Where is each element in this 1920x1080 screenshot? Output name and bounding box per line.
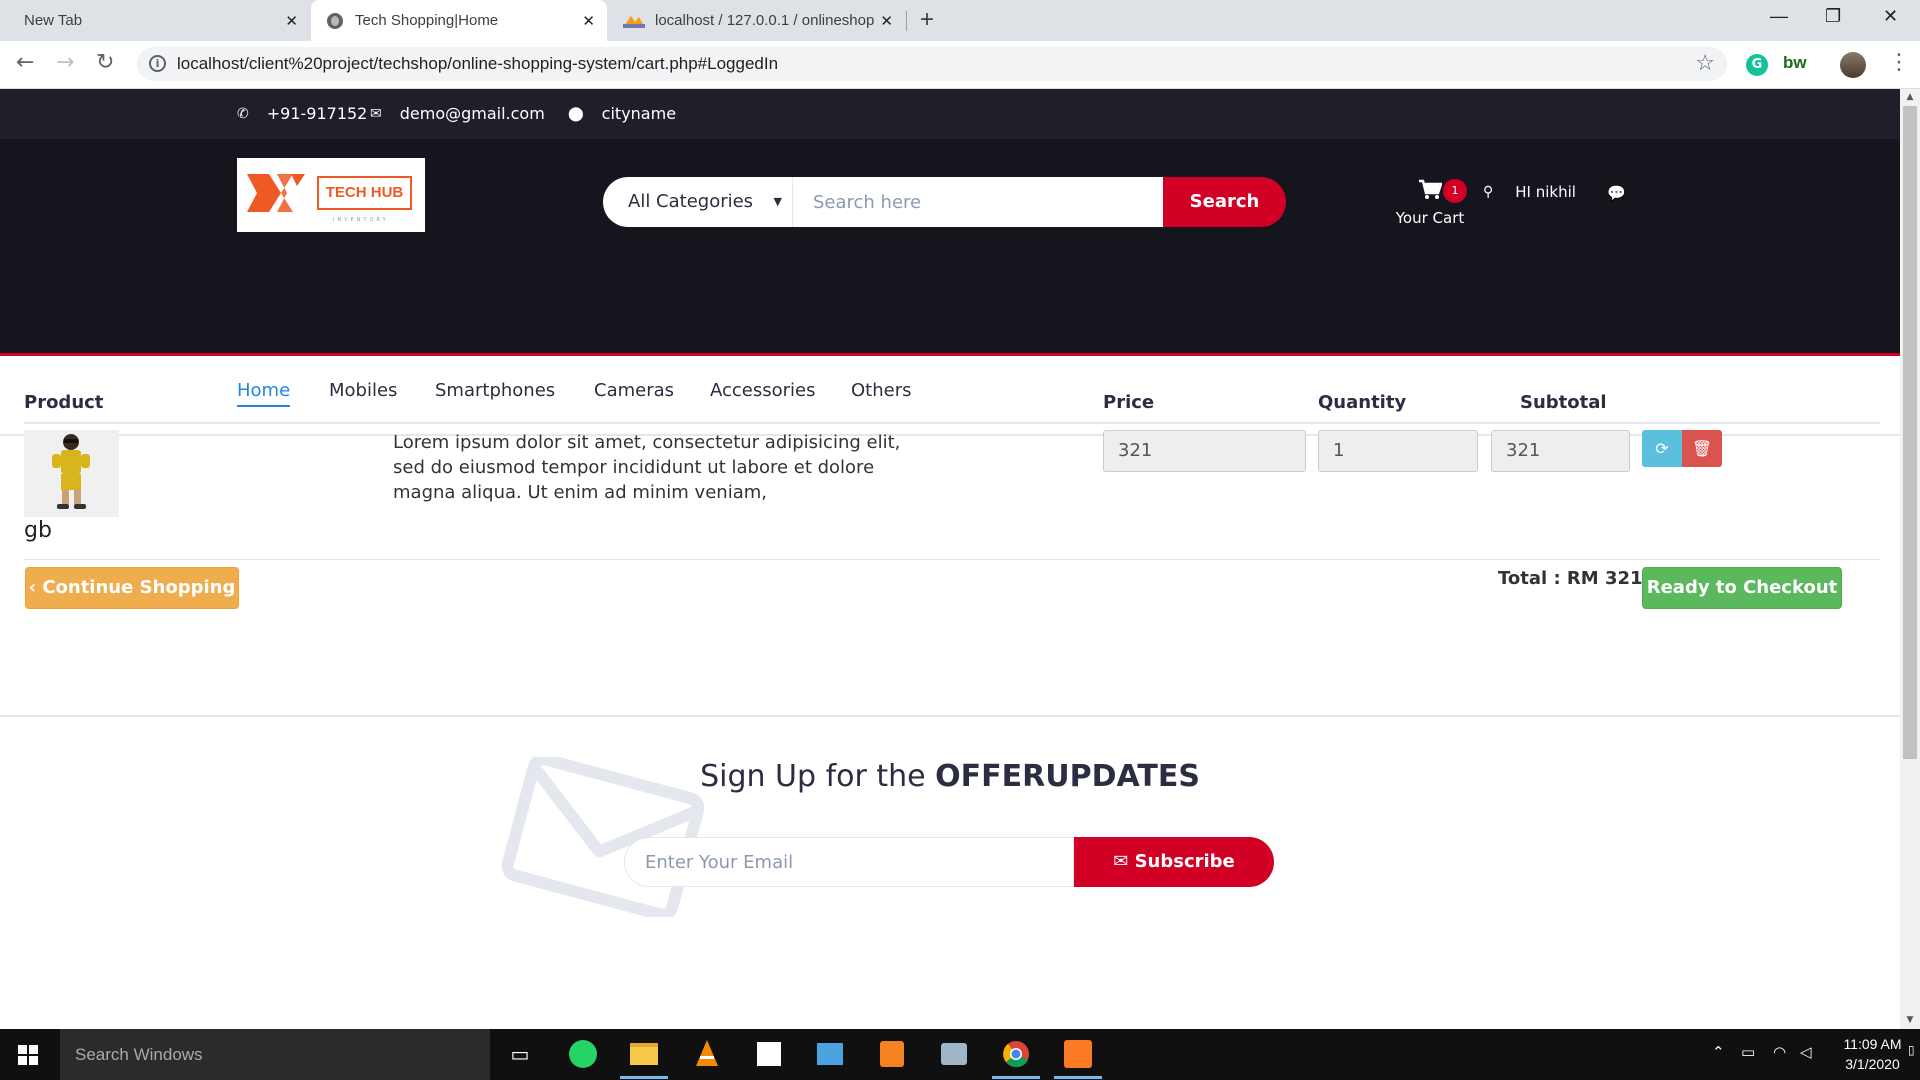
globe-icon: [327, 12, 343, 29]
url-text[interactable]: localhost/client%20project/techshop/onli…: [177, 54, 778, 74]
tab-title: localhost / 127.0.0.1 / onlineshop: [655, 12, 875, 29]
tab-new-tab[interactable]: New Tab ✕: [0, 0, 310, 41]
windows-taskbar: Search Windows ▭ ⌃ ▭ ◠ ◁ 11:09 AM 3/1/20…: [0, 1029, 1920, 1080]
browser-toolbar: ← → ↻ i localhost/client%20project/techs…: [0, 41, 1920, 89]
newsletter-section: Sign Up for the OFFERUPDATES ✉ Subscribe: [0, 715, 1900, 965]
tab-title: New Tab: [24, 12, 83, 29]
site-info-icon[interactable]: i: [149, 55, 166, 72]
page-scrollbar[interactable]: ▲ ▼: [1900, 89, 1920, 1029]
minimize-icon[interactable]: —: [1770, 6, 1788, 27]
continue-shopping-label: Continue Shopping: [42, 577, 236, 598]
phpmyadmin-icon: [623, 15, 645, 28]
newsletter-title-bold: OFFERUPDATES: [935, 759, 1200, 794]
newsletter-title-prefix: Sign Up for the: [700, 759, 936, 794]
tab-title: Tech Shopping|Home: [355, 12, 499, 29]
control-panel-icon[interactable]: [937, 1037, 971, 1071]
product-image[interactable]: [24, 430, 119, 517]
web-page: ✆ +91-917152 ✉ demo@gmail.com ⬤ cityname…: [0, 89, 1900, 1029]
subscribe-label: Subscribe: [1134, 851, 1235, 872]
task-view-icon[interactable]: ▭: [503, 1037, 537, 1071]
update-item-button[interactable]: ⟳: [1642, 430, 1682, 467]
close-icon[interactable]: ✕: [285, 12, 298, 30]
restore-icon[interactable]: ❐: [1825, 6, 1841, 27]
taskbar-clock[interactable]: 11:09 AM 3/1/2020: [1830, 1034, 1915, 1074]
bw-extension-icon[interactable]: bw: [1783, 53, 1807, 73]
price-field: 321: [1103, 430, 1306, 472]
newsletter-form: ✉ Subscribe: [624, 837, 1274, 887]
newsletter-title: Sign Up for the OFFERUPDATES: [0, 759, 1900, 794]
cart-total: Total : RM 321: [1498, 568, 1643, 589]
vlc-icon[interactable]: [690, 1037, 724, 1071]
taskbar-search-input[interactable]: Search Windows: [60, 1029, 490, 1080]
close-icon[interactable]: ✕: [582, 12, 595, 30]
reload-icon[interactable]: ↻: [96, 50, 114, 75]
remove-item-button[interactable]: 🗑: [1682, 430, 1722, 467]
chrome-icon[interactable]: [992, 1037, 1040, 1079]
sublime-text-icon[interactable]: [875, 1037, 909, 1071]
windows-start-icon[interactable]: [18, 1045, 38, 1065]
subscribe-button[interactable]: ✉ Subscribe: [1074, 837, 1274, 887]
refresh-icon: ⟳: [1655, 439, 1669, 458]
window-close-icon[interactable]: ✕: [1883, 6, 1898, 27]
product-description: Lorem ipsum dolor sit amet, consectetur …: [393, 432, 901, 503]
clock-date: 3/1/2020: [1845, 1056, 1900, 1072]
forward-arrow-icon[interactable]: →: [56, 50, 74, 75]
tray-chevron-up-icon[interactable]: ⌃: [1712, 1043, 1725, 1061]
tab-separator: [906, 11, 907, 31]
bookmark-star-icon[interactable]: ☆: [1695, 51, 1715, 76]
column-header-quantity: Quantity: [1318, 392, 1407, 413]
envelope-icon: ✉: [1113, 851, 1135, 872]
column-header-price: Price: [1103, 392, 1155, 413]
new-tab-plus-icon[interactable]: +: [920, 6, 934, 34]
table-header-divider: [24, 422, 1880, 424]
newsletter-email-input[interactable]: [624, 837, 1074, 887]
battery-icon[interactable]: ▭: [1741, 1043, 1755, 1061]
tab-phpmyadmin[interactable]: localhost / 127.0.0.1 / onlineshop ✕: [607, 0, 905, 41]
file-explorer-icon[interactable]: [620, 1037, 668, 1079]
grammarly-icon[interactable]: G: [1746, 54, 1768, 76]
browser-tab-bar: New Tab ✕ Tech Shopping|Home ✕ localhost…: [0, 0, 1920, 41]
scrollbar-thumb[interactable]: [1903, 106, 1917, 759]
scroll-up-icon[interactable]: ▲: [1900, 89, 1920, 106]
back-arrow-icon[interactable]: ←: [16, 50, 34, 75]
quantity-input[interactable]: 1: [1318, 430, 1478, 472]
product-name[interactable]: gb: [24, 518, 52, 543]
browser-menu-icon[interactable]: ⋮: [1888, 50, 1910, 75]
profile-avatar[interactable]: [1840, 52, 1866, 78]
wifi-icon[interactable]: ◠: [1773, 1043, 1786, 1061]
clock-time: 11:09 AM: [1843, 1036, 1902, 1052]
column-header-product: Product: [24, 392, 104, 413]
close-icon[interactable]: ✕: [880, 12, 893, 30]
xampp-icon[interactable]: [1054, 1037, 1102, 1079]
scroll-down-icon[interactable]: ▼: [1900, 1012, 1920, 1029]
continue-shopping-button[interactable]: ‹ Continue Shopping: [25, 567, 239, 609]
store-icon[interactable]: [752, 1037, 786, 1071]
chevron-left-icon: ‹: [28, 577, 43, 598]
subtotal-field: 321: [1491, 430, 1630, 472]
address-bar[interactable]: i localhost/client%20project/techshop/on…: [137, 47, 1727, 81]
volume-icon[interactable]: ◁: [1800, 1043, 1812, 1061]
trash-icon: 🗑: [1691, 439, 1713, 458]
table-row-divider: [24, 559, 1880, 560]
column-header-subtotal: Subtotal: [1520, 392, 1607, 413]
outlook-icon[interactable]: [813, 1037, 847, 1071]
whatsapp-icon[interactable]: [566, 1037, 600, 1071]
tab-tech-shopping[interactable]: Tech Shopping|Home ✕: [311, 0, 607, 41]
checkout-button[interactable]: Ready to Checkout: [1642, 567, 1842, 609]
notifications-icon[interactable]: ▯: [1908, 1043, 1915, 1057]
